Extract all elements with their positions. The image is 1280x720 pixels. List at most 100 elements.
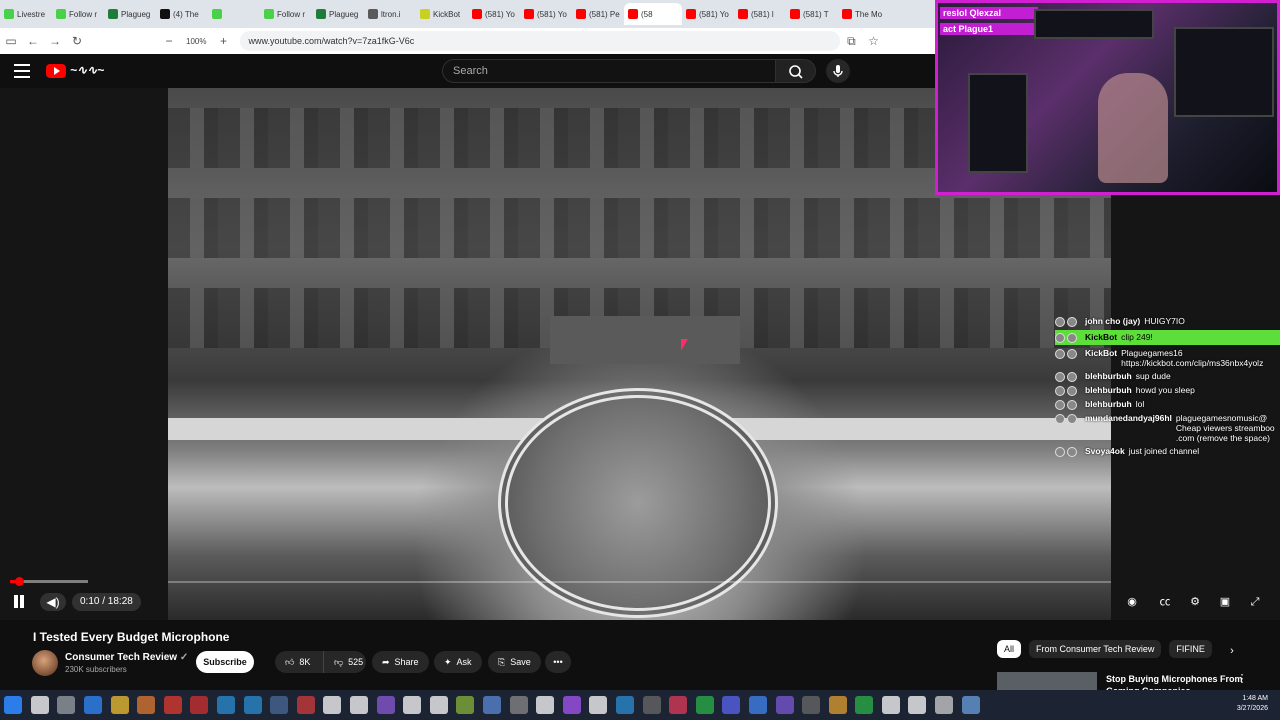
save-button[interactable]: ⎘ Save [488, 651, 541, 673]
browser-tab[interactable]: Plagueg [104, 3, 156, 25]
browser-tab[interactable]: Follow r [52, 3, 104, 25]
clock-date: 3/27/2026 [1236, 705, 1268, 712]
app-icon[interactable] [589, 696, 608, 714]
volume-button[interactable]: ◀) [40, 593, 66, 611]
more-actions-button[interactable]: ••• [545, 651, 571, 673]
settings-gear-icon[interactable]: ⚙ [1185, 593, 1205, 611]
settings-icon[interactable] [482, 696, 501, 714]
app-icon[interactable] [296, 696, 315, 714]
browser-icon[interactable] [243, 696, 262, 714]
browser-tab[interactable]: (4) The [156, 3, 208, 25]
app-icon[interactable] [350, 696, 369, 714]
chrome-icon[interactable] [748, 696, 767, 714]
youtube-logo-icon[interactable] [46, 64, 66, 78]
subscribe-button[interactable]: Subscribe [196, 651, 254, 673]
app-icon[interactable] [802, 696, 821, 714]
app-icon[interactable] [137, 696, 156, 714]
app-icon[interactable] [403, 696, 422, 714]
app-icon[interactable] [669, 696, 688, 714]
ask-button[interactable]: ✦ Ask [434, 651, 482, 673]
hamburger-menu-icon[interactable] [14, 64, 30, 78]
obs-icon[interactable] [323, 696, 342, 714]
fullscreen-icon[interactable]: ⤢ [1245, 593, 1265, 611]
browser-tab[interactable]: (581) Pe [572, 3, 624, 25]
filter-chip[interactable]: FIFINE [1169, 640, 1212, 658]
channel-name[interactable]: Consumer Tech Review ✓ [65, 652, 188, 663]
recommended-video-thumbnail[interactable] [997, 672, 1097, 690]
browser-tab[interactable]: Follow r [260, 3, 312, 25]
steam-icon[interactable] [270, 696, 289, 714]
like-button[interactable]: 👍︎ 8K [275, 651, 323, 673]
youtube-doodle-logo[interactable]: ~∿∿~ [70, 63, 104, 77]
nvidia-icon[interactable] [456, 696, 475, 714]
extensions-icon[interactable]: ⧉ [840, 34, 862, 49]
browser-tab[interactable] [208, 3, 260, 25]
reload-icon[interactable]: ↻ [66, 34, 88, 48]
app-icon[interactable] [881, 696, 900, 714]
app-icon[interactable] [828, 696, 847, 714]
search-icon[interactable] [30, 696, 49, 714]
edge-icon[interactable] [84, 696, 103, 714]
browser-tab[interactable]: (581) T [786, 3, 838, 25]
sidebar-toggle-icon[interactable]: ▭ [0, 34, 22, 48]
app-icon[interactable] [376, 696, 395, 714]
search-button[interactable] [776, 59, 816, 83]
filter-chip[interactable]: From Consumer Tech Review [1029, 640, 1162, 658]
bookmark-icon[interactable]: ☆ [862, 34, 884, 48]
autoplay-toggle-icon[interactable]: ◉ [1122, 593, 1142, 611]
browser-tab[interactable]: The Mo [838, 3, 890, 25]
app-icon[interactable] [642, 696, 661, 714]
app-icon[interactable] [961, 696, 980, 714]
browser-tab[interactable]: (581) Yo [682, 3, 734, 25]
app-icon[interactable] [855, 696, 874, 714]
address-bar[interactable]: www.youtube.com/watch?v=7za1fkG-V6c [240, 31, 841, 51]
app-icon[interactable] [562, 696, 581, 714]
browser-tab[interactable]: (581) Yo [520, 3, 572, 25]
forward-icon[interactable]: → [44, 34, 66, 48]
browser-tab[interactable]: ltron.i [364, 3, 416, 25]
tab-favicon-icon [264, 9, 274, 19]
app-icon[interactable] [509, 696, 528, 714]
chat-badges [1055, 348, 1085, 359]
app-icon[interactable] [615, 696, 634, 714]
dislike-button[interactable]: 👎︎ 525 [323, 651, 366, 673]
scrubber-handle[interactable] [15, 577, 24, 586]
app-icon[interactable] [429, 696, 448, 714]
app-icon[interactable] [935, 696, 954, 714]
channel-avatar[interactable] [32, 650, 58, 676]
system-tray-clock[interactable]: 1:48 AM 3/27/2026 [1237, 694, 1268, 714]
app-icon[interactable] [908, 696, 927, 714]
back-icon[interactable]: ← [22, 34, 44, 48]
filter-chip[interactable]: All [997, 640, 1022, 658]
chat-username: blehburbuh [1085, 385, 1132, 395]
browser-tab[interactable]: Plagueg [312, 3, 364, 25]
browser-tab[interactable]: (581) l [734, 3, 786, 25]
app-icon[interactable] [775, 696, 794, 714]
share-button[interactable]: ➦ Share [372, 651, 429, 673]
chips-next-icon[interactable]: › [1222, 642, 1242, 660]
browser-tab[interactable]: KickBot [416, 3, 468, 25]
volume-icon: ◀) [46, 595, 60, 609]
windows-start-icon[interactable] [4, 696, 23, 714]
task-view-icon[interactable] [57, 696, 76, 714]
progress-track[interactable] [168, 581, 1111, 583]
app-icon[interactable] [190, 696, 209, 714]
chat-badge-icon [1055, 333, 1065, 343]
app-icon[interactable] [536, 696, 555, 714]
miniplayer-icon[interactable]: ▣ [1215, 593, 1235, 611]
opera-icon[interactable] [163, 696, 182, 714]
browser-tab[interactable]: (581) Yo [468, 3, 520, 25]
zoom-out-icon[interactable]: − [158, 34, 180, 48]
browser-tab[interactable]: Livestre [0, 3, 52, 25]
search-input[interactable]: Search [442, 59, 776, 83]
pause-button[interactable] [13, 595, 25, 608]
recommended-more-icon[interactable]: ⋮ [1232, 670, 1252, 688]
voice-search-button[interactable] [826, 59, 850, 83]
file-explorer-icon[interactable] [110, 696, 129, 714]
captions-icon[interactable]: ㏄ [1155, 593, 1175, 611]
zoom-in-icon[interactable]: + [212, 34, 234, 48]
browser-icon[interactable] [217, 696, 236, 714]
discord-icon[interactable] [722, 696, 741, 714]
app-icon[interactable] [695, 696, 714, 714]
browser-tab[interactable]: (58 [624, 3, 682, 25]
